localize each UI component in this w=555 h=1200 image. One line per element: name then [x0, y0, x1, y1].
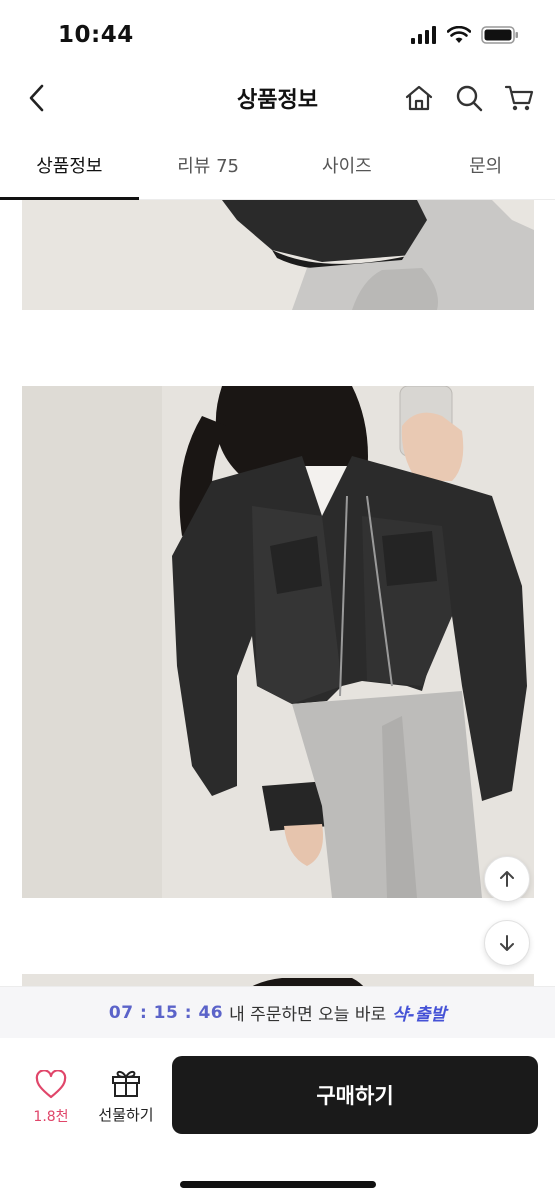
countdown-timer: 07 : 15 : 46: [108, 1002, 224, 1023]
tab-bar: 상품정보 리뷰 75 사이즈 문의: [0, 128, 555, 200]
product-image: [22, 386, 534, 898]
signal-icon: [411, 26, 436, 44]
gift-button[interactable]: 선물하기: [92, 1068, 160, 1125]
gift-icon: [112, 1070, 140, 1097]
like-count: 1.8천: [33, 1109, 69, 1125]
scroll-bottom-button[interactable]: [484, 920, 530, 966]
tab-size[interactable]: 사이즈: [278, 128, 417, 199]
promo-brand: 샥-출발: [392, 1005, 447, 1025]
home-button[interactable]: [401, 80, 437, 116]
status-bar: 10:44: [0, 0, 555, 70]
gift-label: 선물하기: [98, 1106, 154, 1124]
header-actions: [401, 80, 537, 116]
cart-icon: [504, 85, 534, 111]
wifi-icon: [447, 26, 471, 43]
search-button[interactable]: [451, 80, 487, 116]
arrow-down-icon: [500, 935, 514, 951]
bottom-action-bar: 1.8천 선물하기 구매하기: [0, 1038, 555, 1200]
heart-icon: [35, 1069, 67, 1099]
battery-icon: [481, 26, 518, 44]
search-icon: [456, 85, 483, 112]
cart-button[interactable]: [501, 80, 537, 116]
product-detail-content: [0, 200, 555, 990]
tab-inquiry[interactable]: 문의: [416, 128, 555, 199]
status-icons: [411, 26, 519, 44]
home-icon: [405, 85, 433, 111]
buy-button[interactable]: 구매하기: [172, 1056, 538, 1134]
delivery-promo-banner: 07 : 15 : 46 내 주문하면 오늘 바로 샥-출발: [0, 986, 555, 1038]
scroll-top-button[interactable]: [484, 856, 530, 902]
promo-message: 내 주문하면 오늘 바로: [229, 1005, 387, 1025]
like-button[interactable]: 1.8천: [22, 1069, 80, 1126]
tab-product-info[interactable]: 상품정보: [0, 128, 139, 200]
tab-reviews[interactable]: 리뷰 75: [139, 128, 278, 199]
home-indicator: [180, 1181, 376, 1188]
top-nav-bar: 상품정보: [0, 70, 555, 128]
status-time: 10:44: [58, 22, 134, 48]
arrow-up-icon: [500, 871, 514, 887]
product-image: [22, 200, 534, 310]
